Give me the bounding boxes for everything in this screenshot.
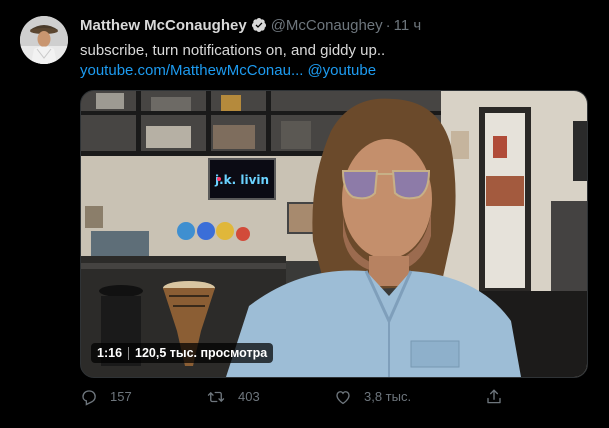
retweet-count: 403 xyxy=(238,389,260,404)
avatar-photo xyxy=(20,16,68,64)
retweet-button[interactable]: 403 xyxy=(206,388,260,406)
neon-sign-text: j.k. livin xyxy=(214,173,269,187)
reply-icon xyxy=(82,390,96,406)
youtube-mention[interactable]: @youtube xyxy=(307,62,376,79)
video-player[interactable]: j.k. livin xyxy=(80,90,588,378)
badge-divider xyxy=(128,346,130,360)
video-views: 120,5 тыс. просмотра xyxy=(135,346,268,360)
tweet-links: youtube.com/MatthewMcConau... @youtube xyxy=(80,62,376,79)
share-icon xyxy=(487,389,501,404)
tweet-header: Matthew McConaughey @McConaughey · 11 ч xyxy=(80,17,421,37)
share-button[interactable] xyxy=(485,388,515,406)
video-info-badge: 1:16 120,5 тыс. просмотра xyxy=(91,343,274,363)
separator-dot: · xyxy=(385,17,391,34)
author-name[interactable]: Matthew McConaughey xyxy=(80,17,247,34)
video-frame: j.k. livin xyxy=(81,91,587,377)
video-duration: 1:16 xyxy=(97,346,123,360)
reply-button[interactable]: 157 xyxy=(80,388,132,406)
verified-badge-icon xyxy=(251,17,267,37)
tweet[interactable]: Matthew McConaughey @McConaughey · 11 ч sub… xyxy=(0,0,609,428)
like-button[interactable]: 3,8 тыс. xyxy=(334,388,411,406)
author-handle[interactable]: @McConaughey xyxy=(271,17,383,34)
tweet-text: subscribe, turn notifications on, and gi… xyxy=(80,42,386,59)
heart-icon xyxy=(336,391,350,405)
tweet-actions: 157 403 3,8 тыс. xyxy=(80,388,586,408)
like-count: 3,8 тыс. xyxy=(364,389,412,404)
tweet-time[interactable]: 11 ч xyxy=(394,17,422,34)
retweet-icon xyxy=(207,391,225,403)
avatar[interactable] xyxy=(20,16,68,64)
youtube-link[interactable]: youtube.com/MatthewMcConau... xyxy=(80,62,303,79)
reply-count: 157 xyxy=(110,389,132,404)
